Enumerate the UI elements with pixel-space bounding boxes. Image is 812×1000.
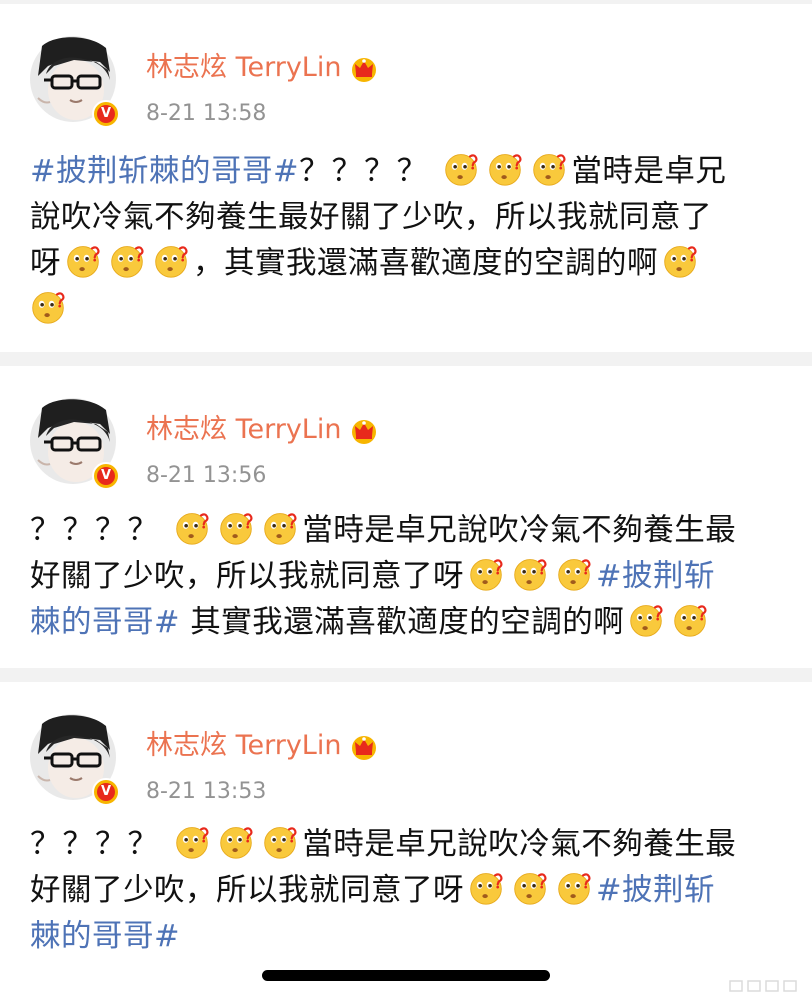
thinking-face-emoji-icon [556, 556, 592, 592]
post-text-segment: ？？？？ [299, 154, 430, 189]
thinking-face-emoji-icon [672, 602, 708, 638]
post-text-segment: 當時是卓兄 [571, 154, 727, 189]
crown-icon [349, 732, 379, 760]
post-timestamp: 8-21 13:56 [146, 463, 267, 488]
avatar[interactable]: V [30, 714, 120, 806]
thinking-face-emoji-icon [662, 243, 698, 279]
user-name-row: 林志炫 TerryLin [146, 728, 379, 764]
post-text-segment: 好關了少吹，所以我就同意了呀 [30, 559, 464, 594]
weibo-post[interactable]: V 林志炫 TerryLin 8-21 13:56 ？？？？ 當時是卓兄說吹冷氣… [0, 366, 812, 668]
avatar[interactable]: V [30, 398, 120, 490]
post-text-segment: 當時是卓兄說吹冷氣不夠養生最 [302, 513, 737, 548]
post-text-segment: 說吹冷氣不夠養生最好關了少吹，所以我就同意了 [30, 200, 712, 235]
post-text-segment: 呀 [30, 246, 61, 281]
user-name-link[interactable]: 林志炫 TerryLin [146, 412, 341, 448]
verified-badge-icon: V [92, 100, 120, 128]
thinking-face-emoji-icon [218, 824, 254, 860]
thinking-face-emoji-icon [262, 824, 298, 860]
weibo-post[interactable]: V 林志炫 TerryLin 8-21 13:58 #披荆斩棘的哥哥#？？？？ … [0, 4, 812, 352]
crown-icon [349, 54, 379, 82]
crown-icon [349, 416, 379, 444]
thinking-face-emoji-icon [262, 510, 298, 546]
user-name-link[interactable]: 林志炫 TerryLin [146, 50, 341, 86]
post-text-segment: 其實我還滿喜歡適度的空調的啊 [180, 605, 625, 640]
thinking-face-emoji-icon [30, 289, 66, 325]
post-timestamp: 8-21 13:58 [146, 101, 267, 126]
thinking-face-emoji-icon [628, 602, 664, 638]
thinking-face-emoji-icon [443, 151, 479, 187]
thinking-face-emoji-icon [174, 824, 210, 860]
avatar[interactable]: V [30, 36, 120, 128]
post-text-segment: 當時是卓兄說吹冷氣不夠養生最 [302, 827, 737, 862]
thinking-face-emoji-icon [512, 556, 548, 592]
thinking-face-emoji-icon [468, 556, 504, 592]
home-indicator[interactable] [262, 970, 550, 981]
post-text: #披荆斩棘的哥哥#？？？？ 當時是卓兄 說吹冷氣不夠養生最好關了少吹，所以我就同… [30, 149, 782, 333]
verified-badge-icon: V [92, 778, 120, 806]
user-name-link[interactable]: 林志炫 TerryLin [146, 728, 341, 764]
thinking-face-emoji-icon [153, 243, 189, 279]
thinking-face-emoji-icon [65, 243, 101, 279]
hashtag-link[interactable]: 棘的哥哥# [30, 605, 180, 640]
post-text: ？？？？ 當時是卓兄說吹冷氣不夠養生最 好關了少吹，所以我就同意了呀 #披荆斩 棘… [30, 822, 782, 960]
user-name-row: 林志炫 TerryLin [146, 50, 379, 86]
thinking-face-emoji-icon [109, 243, 145, 279]
thinking-face-emoji-icon [487, 151, 523, 187]
watermark-icon [729, 980, 797, 992]
post-timestamp: 8-21 13:53 [146, 779, 267, 804]
post-text-segment: ，其實我還滿喜歡適度的空調的啊 [193, 246, 658, 281]
thinking-face-emoji-icon [218, 510, 254, 546]
thinking-face-emoji-icon [556, 870, 592, 906]
hashtag-link[interactable]: #披荆斩棘的哥哥# [30, 154, 299, 189]
hashtag-link[interactable]: #披荆斩 [596, 559, 715, 594]
verified-badge-icon: V [92, 462, 120, 490]
thinking-face-emoji-icon [468, 870, 504, 906]
weibo-post[interactable]: V 林志炫 TerryLin 8-21 13:53 ？？？？ 當時是卓兄說吹冷氣… [0, 682, 812, 1000]
hashtag-link[interactable]: #披荆斩 [596, 873, 715, 908]
post-text-segment: ？？？？ [30, 513, 160, 548]
post-text-segment: 好關了少吹，所以我就同意了呀 [30, 873, 464, 908]
thinking-face-emoji-icon [531, 151, 567, 187]
thinking-face-emoji-icon [174, 510, 210, 546]
post-text-segment: ？？？？ [30, 827, 160, 862]
post-text: ？？？？ 當時是卓兄說吹冷氣不夠養生最 好關了少吹，所以我就同意了呀 #披荆斩 棘… [30, 508, 782, 646]
hashtag-link[interactable]: 棘的哥哥# [30, 919, 180, 954]
user-name-row: 林志炫 TerryLin [146, 412, 379, 448]
thinking-face-emoji-icon [512, 870, 548, 906]
